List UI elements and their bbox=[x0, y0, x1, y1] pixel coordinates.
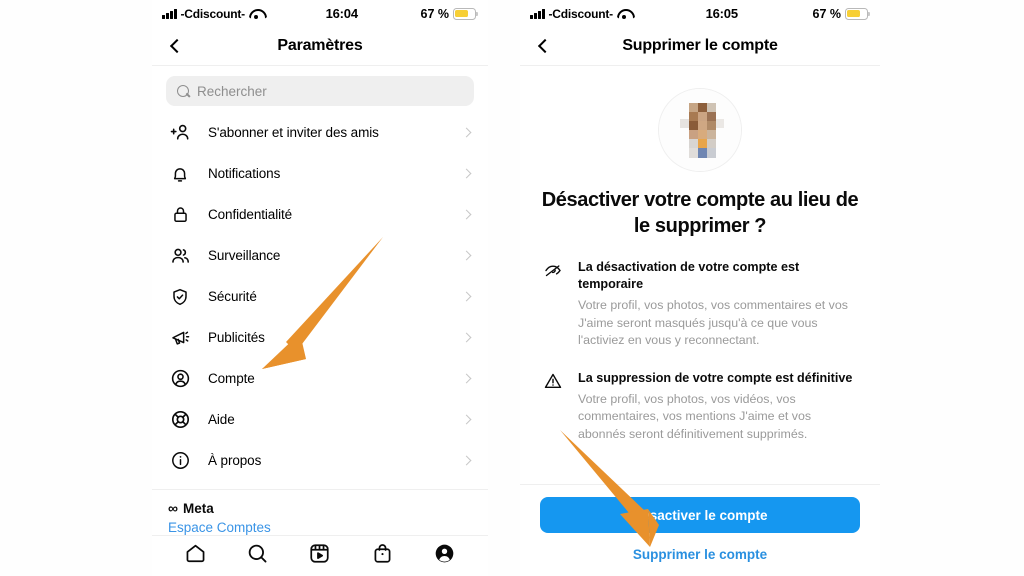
sidebar-item-label: Aide bbox=[208, 412, 235, 427]
right-status-bar: -Cdiscount- 16:05 67 % bbox=[520, 0, 880, 27]
right-phone-delete-account-screen: -Cdiscount- 16:05 67 % Supprimer le comp… bbox=[520, 0, 880, 576]
panel-gap bbox=[488, 0, 520, 576]
info-block-text: La désactivation de votre compte est tem… bbox=[578, 259, 860, 350]
warning-triangle-icon bbox=[540, 371, 566, 393]
meta-branding: ∞ Meta bbox=[152, 490, 488, 518]
sidebar-item-compte[interactable]: Compte bbox=[152, 358, 488, 399]
sidebar-item-confidentialite[interactable]: Confidentialité bbox=[152, 194, 488, 235]
search-placeholder: Rechercher bbox=[197, 83, 267, 99]
chevron-right-icon bbox=[461, 455, 472, 466]
sidebar-item-label: S'abonner et inviter des amis bbox=[208, 125, 379, 140]
wifi-icon bbox=[617, 8, 631, 19]
info-block-title: La suppression de votre compte est défin… bbox=[578, 370, 853, 385]
sidebar-item-publicites[interactable]: Publicités bbox=[152, 317, 488, 358]
info-block-text: La suppression de votre compte est défin… bbox=[578, 370, 860, 444]
carrier-label: -Cdiscount- bbox=[548, 6, 614, 21]
account-circle-icon bbox=[168, 367, 192, 391]
battery-icon bbox=[845, 7, 871, 20]
left-phone-settings-screen: -Cdiscount- 16:04 67 % Paramètres Recher… bbox=[152, 0, 488, 576]
status-clock: 16:04 bbox=[325, 6, 358, 21]
chevron-right-icon bbox=[461, 250, 472, 261]
shield-check-icon bbox=[168, 285, 192, 309]
left-status-bar: -Cdiscount- 16:04 67 % bbox=[152, 0, 488, 27]
bottom-tab-bar bbox=[152, 535, 488, 576]
status-clock: 16:05 bbox=[705, 6, 738, 21]
chevron-right-icon bbox=[461, 291, 472, 302]
sidebar-item-label: À propos bbox=[208, 453, 262, 468]
carrier-label: -Cdiscount- bbox=[180, 6, 246, 21]
delete-account-footer: Désactiver le compte Supprimer le compte bbox=[520, 484, 880, 576]
sidebar-item-sabonner[interactable]: S'abonner et inviter des amis bbox=[152, 112, 488, 153]
search-input[interactable]: Rechercher bbox=[166, 76, 474, 106]
search-icon[interactable] bbox=[246, 542, 269, 570]
chevron-right-icon bbox=[461, 373, 472, 384]
sidebar-item-label: Notifications bbox=[208, 166, 281, 181]
avatar[interactable] bbox=[658, 88, 742, 172]
avatar-container bbox=[540, 88, 860, 172]
meta-logo-icon: ∞ bbox=[168, 500, 178, 516]
page-heading: Désactiver votre compte au lieu de le su… bbox=[541, 189, 859, 237]
chevron-right-icon bbox=[461, 209, 472, 220]
sidebar-item-aide[interactable]: Aide bbox=[152, 399, 488, 440]
lock-icon bbox=[168, 203, 192, 227]
delete-account-button[interactable]: Supprimer le compte bbox=[540, 547, 860, 562]
back-chevron-icon[interactable] bbox=[530, 33, 556, 59]
info-block-title: La désactivation de votre compte est tem… bbox=[578, 260, 800, 292]
page-title: Paramètres bbox=[277, 37, 363, 54]
battery-icon bbox=[453, 7, 479, 20]
sidebar-item-label: Publicités bbox=[208, 330, 265, 345]
reels-icon[interactable] bbox=[308, 542, 331, 570]
info-circle-icon bbox=[168, 449, 192, 473]
chevron-right-icon bbox=[461, 414, 472, 425]
delete-account-body: Désactiver votre compte au lieu de le su… bbox=[520, 66, 880, 484]
settings-list-scroll[interactable]: Rechercher S'abonner et inviter des amis bbox=[152, 66, 488, 535]
cellular-bars-icon bbox=[530, 8, 545, 19]
people-icon bbox=[168, 244, 192, 268]
meta-label: Meta bbox=[182, 500, 214, 516]
megaphone-icon bbox=[168, 326, 192, 350]
page-title: Supprimer le compte bbox=[622, 37, 778, 54]
sidebar-item-surveillance[interactable]: Surveillance bbox=[152, 235, 488, 276]
wifi-icon bbox=[249, 8, 263, 19]
chevron-right-icon bbox=[461, 332, 472, 343]
info-block-desc: Votre profil, vos photos, vos commentair… bbox=[578, 297, 848, 348]
shop-bag-icon[interactable] bbox=[371, 542, 394, 570]
back-chevron-icon[interactable] bbox=[162, 33, 188, 59]
status-left: -Cdiscount- bbox=[530, 7, 631, 21]
bell-icon bbox=[168, 162, 192, 186]
home-icon[interactable] bbox=[184, 542, 207, 570]
sidebar-item-label: Surveillance bbox=[208, 248, 281, 263]
screenshot-root: -Cdiscount- 16:04 67 % Paramètres Recher… bbox=[0, 0, 1024, 576]
sidebar-item-label: Compte bbox=[208, 371, 255, 386]
chevron-right-icon bbox=[461, 168, 472, 179]
search-container: Rechercher bbox=[152, 66, 488, 112]
battery-percent-label: 67 % bbox=[420, 6, 450, 21]
sidebar-item-label: Confidentialité bbox=[208, 207, 293, 222]
sidebar-item-securite[interactable]: Sécurité bbox=[152, 276, 488, 317]
add-person-icon bbox=[168, 121, 192, 145]
status-right: 67 % bbox=[812, 6, 871, 21]
sidebar-item-a-propos[interactable]: À propos bbox=[152, 440, 488, 481]
deactivate-account-button[interactable]: Désactiver le compte bbox=[540, 497, 860, 533]
profile-photo-blurred bbox=[659, 89, 741, 171]
status-right: 67 % bbox=[420, 6, 479, 21]
info-block-delete: La suppression de votre compte est défin… bbox=[540, 370, 860, 444]
right-margin bbox=[880, 0, 1024, 576]
sidebar-item-notifications[interactable]: Notifications bbox=[152, 153, 488, 194]
sidebar-item-label: Sécurité bbox=[208, 289, 257, 304]
lifebuoy-icon bbox=[168, 408, 192, 432]
cellular-bars-icon bbox=[162, 8, 177, 19]
right-nav-bar: Supprimer le compte bbox=[520, 27, 880, 66]
left-margin bbox=[0, 0, 152, 576]
info-block-deactivate: La désactivation de votre compte est tem… bbox=[540, 259, 860, 350]
status-left: -Cdiscount- bbox=[162, 7, 263, 21]
battery-percent-label: 67 % bbox=[812, 6, 842, 21]
profile-avatar-icon[interactable] bbox=[433, 542, 456, 570]
left-nav-bar: Paramètres bbox=[152, 27, 488, 66]
info-block-desc: Votre profil, vos photos, vos vidéos, vo… bbox=[578, 391, 812, 441]
account-center-link[interactable]: Espace Comptes bbox=[152, 518, 488, 535]
search-icon bbox=[177, 84, 190, 98]
eye-off-icon bbox=[540, 260, 566, 282]
chevron-right-icon bbox=[461, 127, 472, 138]
